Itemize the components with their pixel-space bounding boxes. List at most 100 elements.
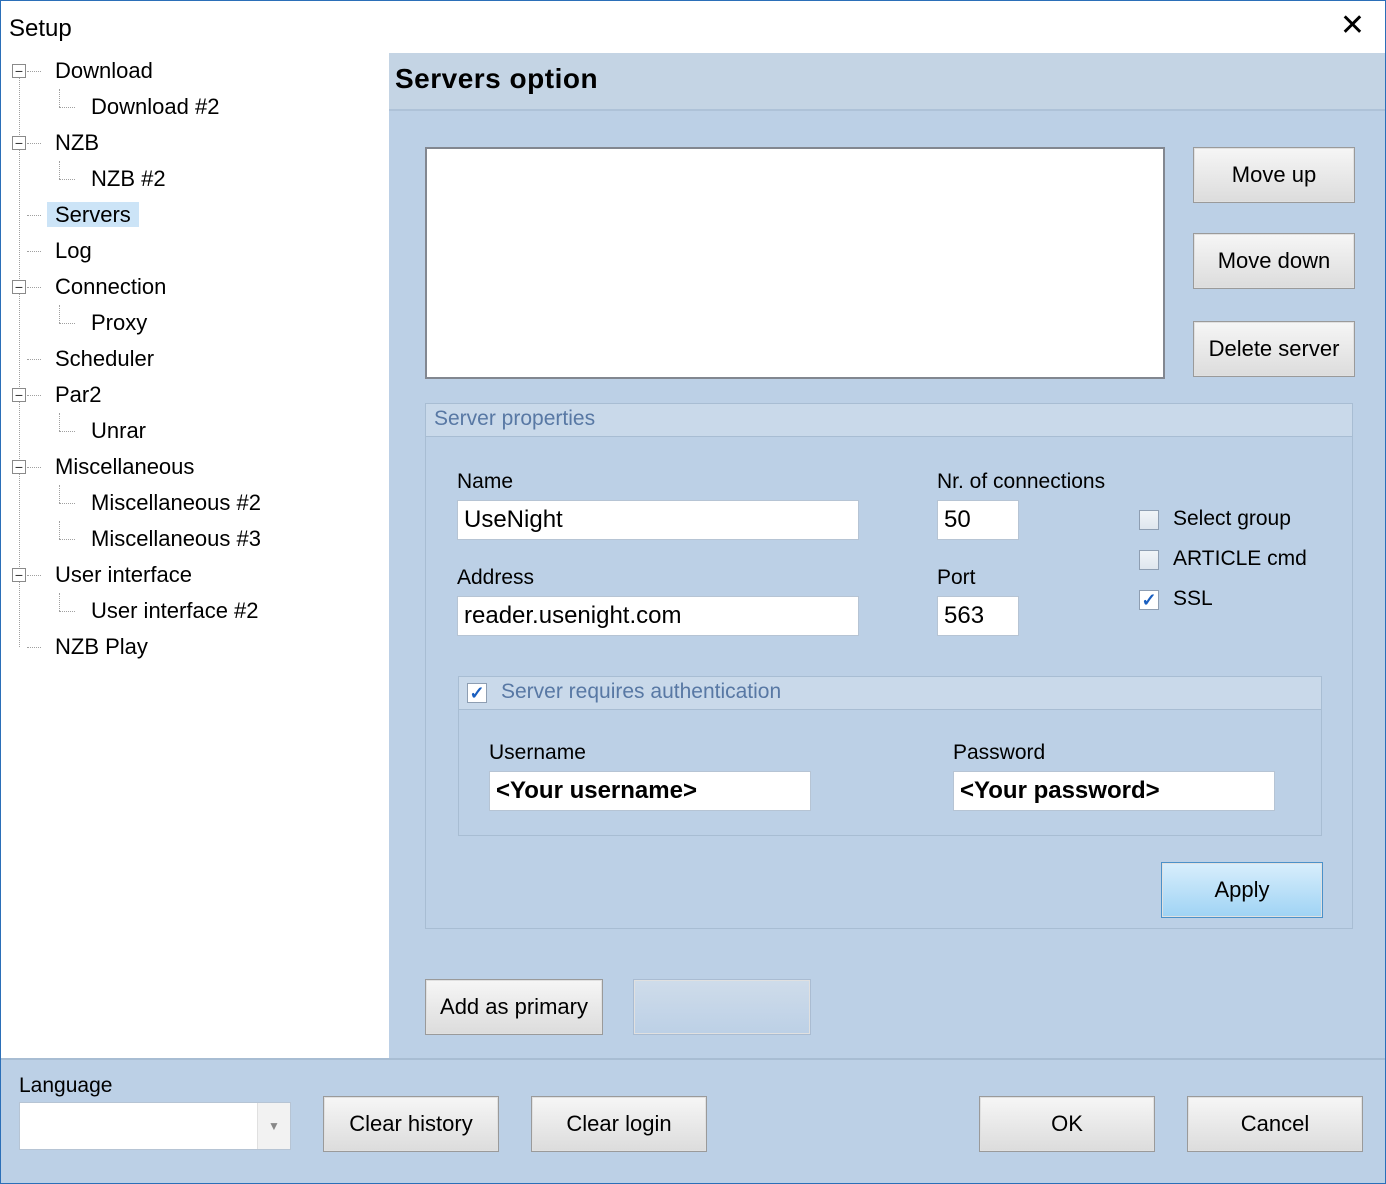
tree-connector [27, 287, 41, 288]
port-field[interactable]: 563 [937, 596, 1019, 636]
window-title: Setup [9, 15, 72, 42]
tree-line [19, 71, 20, 647]
tree-connector [27, 359, 41, 360]
auth-title: Server requires authentication [501, 680, 782, 703]
tree-item[interactable]: NZB #2 [83, 161, 174, 197]
password-field[interactable]: <Your password> [953, 771, 1275, 811]
password-label: Password [953, 741, 1046, 764]
tree-connector [27, 215, 41, 216]
tree-item[interactable]: Miscellaneous #2 [83, 485, 269, 521]
tree-item[interactable]: Log [47, 233, 100, 269]
tree-item-label: Proxy [91, 310, 148, 335]
tree-item[interactable]: Download #2 [83, 89, 227, 125]
address-field[interactable]: reader.usenight.com [457, 596, 859, 636]
server-properties-title: Server properties [434, 407, 596, 430]
tree-item[interactable]: NZB [47, 125, 107, 161]
move-up-button[interactable]: Move up [1193, 147, 1355, 203]
username-field[interactable]: <Your username> [489, 771, 811, 811]
cancel-button[interactable]: Cancel [1187, 1096, 1363, 1152]
tree-item[interactable]: Miscellaneous #3 [83, 521, 269, 557]
tree-connector [27, 467, 41, 468]
tree-item-label: Servers [47, 202, 139, 227]
tree-item[interactable]: Miscellaneous [47, 449, 202, 485]
tree-item-label: User interface [55, 562, 192, 587]
tree-connector [59, 611, 75, 612]
tree-item[interactable]: Scheduler [47, 341, 162, 377]
tree-item-label: User interface #2 [91, 598, 259, 623]
tree-item-label: Par2 [55, 382, 102, 407]
tree-child-line [59, 485, 60, 503]
tree-item-label: Miscellaneous #3 [91, 526, 261, 551]
tree-connector [27, 71, 41, 72]
tree-connector [59, 503, 75, 504]
tree-item[interactable]: Connection [47, 269, 174, 305]
tree-connector [59, 323, 75, 324]
authentication-group: ✓ Server requires authentication Usernam… [458, 676, 1322, 836]
clear-login-button[interactable]: Clear login [531, 1096, 707, 1152]
add-as-primary-button[interactable]: Add as primary [425, 979, 603, 1035]
collapse-icon[interactable]: − [12, 388, 26, 402]
title-bar: Setup ✕ [1, 1, 1385, 53]
tree-item[interactable]: NZB Play [47, 629, 156, 665]
username-label: Username [489, 741, 586, 764]
tree-child-line [59, 521, 60, 539]
tree-item[interactable]: Proxy [83, 305, 155, 341]
tree-item-label: Log [55, 238, 92, 263]
language-label: Language [19, 1074, 113, 1097]
server-list[interactable] [425, 147, 1165, 379]
tree-item[interactable]: Unrar [83, 413, 154, 449]
tree-item[interactable]: Download [47, 53, 161, 89]
move-down-button[interactable]: Move down [1193, 233, 1355, 289]
collapse-icon[interactable]: − [12, 64, 26, 78]
port-label: Port [937, 566, 976, 589]
settings-tree: Download − Download #2 NZB − NZB #2 Servers Log… [1, 53, 389, 1058]
tree-item-label: Download #2 [91, 94, 220, 119]
ssl-checkbox[interactable]: ✓ [1139, 590, 1159, 610]
tree-child-line [59, 161, 60, 179]
collapse-icon[interactable]: − [12, 568, 26, 582]
connections-label: Nr. of connections [937, 470, 1106, 493]
tree-child-line [59, 413, 60, 431]
name-label: Name [457, 470, 514, 493]
delete-server-button[interactable]: Delete server [1193, 321, 1355, 377]
tree-item-label: NZB [55, 130, 99, 155]
article-cmd-label: ARTICLE cmd [1173, 547, 1307, 570]
apply-button[interactable]: Apply [1161, 862, 1323, 918]
tree-item-label: Miscellaneous [55, 454, 195, 479]
tree-item-label: Scheduler [55, 346, 155, 371]
tree-child-line [59, 593, 60, 611]
tree-item[interactable]: User interface [47, 557, 200, 593]
tree-child-line [59, 305, 60, 323]
collapse-icon[interactable]: − [12, 136, 26, 150]
tree-connector [27, 647, 41, 648]
tree-connector [27, 395, 41, 396]
tree-connector [59, 431, 75, 432]
select-group-label: Select group [1173, 507, 1291, 530]
article-cmd-checkbox[interactable] [1139, 550, 1159, 570]
ok-button[interactable]: OK [979, 1096, 1155, 1152]
auth-checkbox[interactable]: ✓ [467, 683, 487, 703]
close-icon[interactable]: ✕ [1340, 9, 1365, 43]
authentication-header: ✓ Server requires authentication [459, 677, 1321, 710]
collapse-icon[interactable]: − [12, 280, 26, 294]
servers-panel: Servers option Move up Move down Delete … [389, 53, 1385, 1058]
tree-item-label: NZB #2 [91, 166, 166, 191]
tree-item-label: Download [55, 58, 153, 83]
tree-item[interactable]: User interface #2 [83, 593, 267, 629]
name-field[interactable]: UseNight [457, 500, 859, 540]
tree-connector [59, 539, 75, 540]
panel-title: Servers option [395, 63, 599, 94]
panel-header: Servers option [389, 53, 1385, 111]
connections-field[interactable]: 50 [937, 500, 1019, 540]
tree-child-line [59, 89, 60, 107]
clear-history-button[interactable]: Clear history [323, 1096, 499, 1152]
collapse-icon[interactable]: − [12, 460, 26, 474]
select-group-checkbox[interactable] [1139, 510, 1159, 530]
address-label: Address [457, 566, 535, 589]
language-select[interactable]: ▼ [19, 1102, 291, 1150]
tree-item[interactable]: Servers [47, 197, 139, 233]
tree-connector [59, 107, 75, 108]
tree-connector [27, 575, 41, 576]
tree-item[interactable]: Par2 [47, 377, 109, 413]
chevron-down-icon[interactable]: ▼ [257, 1103, 290, 1149]
